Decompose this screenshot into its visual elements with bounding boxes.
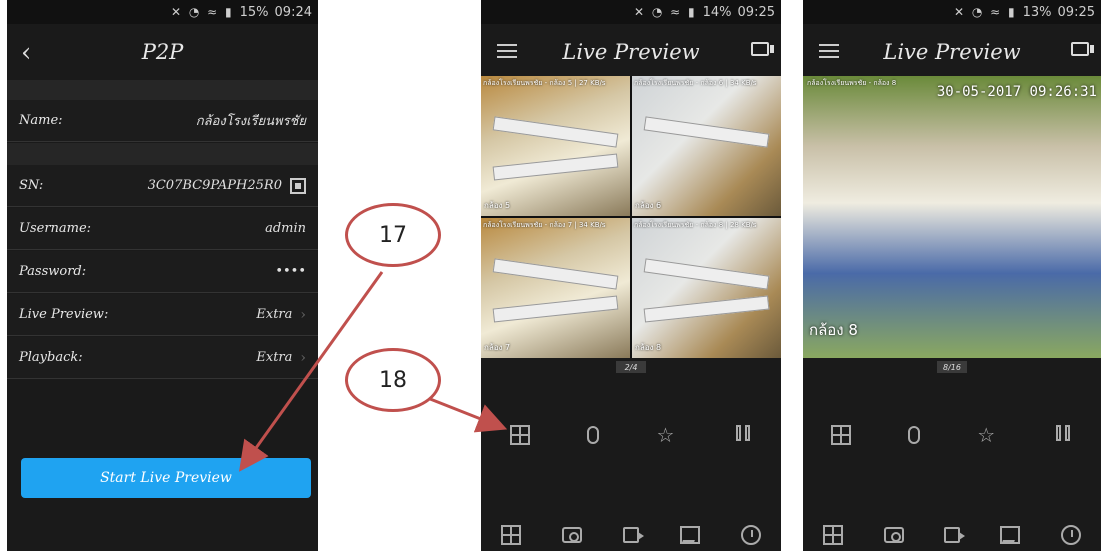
callout-17: 17 — [345, 203, 441, 267]
callout-18: 18 — [345, 348, 441, 412]
annotation-arrows — [239, 271, 508, 472]
arrow-18 — [419, 393, 508, 433]
